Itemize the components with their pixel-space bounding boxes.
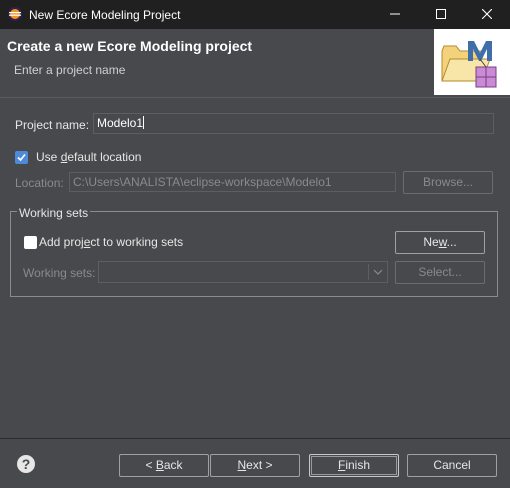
wizard-subtitle: Enter a project name <box>14 63 126 77</box>
location-label: Location: <box>15 176 64 190</box>
back-button[interactable]: < Back <box>119 454 209 477</box>
wizard-header: Create a new Ecore Modeling project Ente… <box>0 29 510 98</box>
browse-button: Browse... <box>403 171 493 194</box>
use-default-location-label[interactable]: Use default location <box>36 150 141 164</box>
next-button[interactable]: Next > <box>210 454 300 477</box>
text-cursor <box>143 116 145 129</box>
checkmark-icon <box>17 153 26 162</box>
add-to-working-sets-label[interactable]: Add project to working sets <box>39 235 183 249</box>
working-sets-label: Working sets: <box>23 266 96 280</box>
working-sets-group <box>10 211 498 297</box>
svg-text:?: ? <box>22 456 31 472</box>
working-sets-combo <box>98 261 388 283</box>
wizard-title: Create a new Ecore Modeling project <box>7 38 253 54</box>
close-button[interactable] <box>464 0 510 29</box>
help-icon: ? <box>17 455 35 473</box>
maximize-icon <box>436 9 446 19</box>
finish-button[interactable]: Finish <box>309 454 399 477</box>
project-name-value: Modelo1 <box>97 116 144 130</box>
eclipse-icon <box>8 7 22 21</box>
minimize-icon <box>390 13 400 15</box>
use-default-location-checkbox[interactable] <box>15 151 28 164</box>
select-working-sets-button: Select... <box>395 261 485 284</box>
ecore-wizard-icon <box>434 29 510 95</box>
location-input: C:\Users\ANALISTA\eclipse-workspace\Mode… <box>69 172 396 192</box>
help-button[interactable]: ? <box>16 454 36 474</box>
project-name-label: Project name: <box>15 118 90 132</box>
close-icon <box>482 9 492 19</box>
window-title: New Ecore Modeling Project <box>29 8 181 22</box>
title-bar: New Ecore Modeling Project <box>0 0 510 29</box>
add-to-working-sets-checkbox[interactable] <box>24 236 37 249</box>
maximize-button[interactable] <box>418 0 464 29</box>
cancel-button[interactable]: Cancel <box>407 454 497 477</box>
new-working-set-button[interactable]: New... <box>395 231 485 254</box>
chevron-down-icon <box>373 269 383 275</box>
working-sets-group-title: Working sets <box>17 206 91 220</box>
minimize-button[interactable] <box>372 0 418 29</box>
project-name-input[interactable]: Modelo1 <box>93 113 494 134</box>
combo-divider <box>368 264 369 280</box>
